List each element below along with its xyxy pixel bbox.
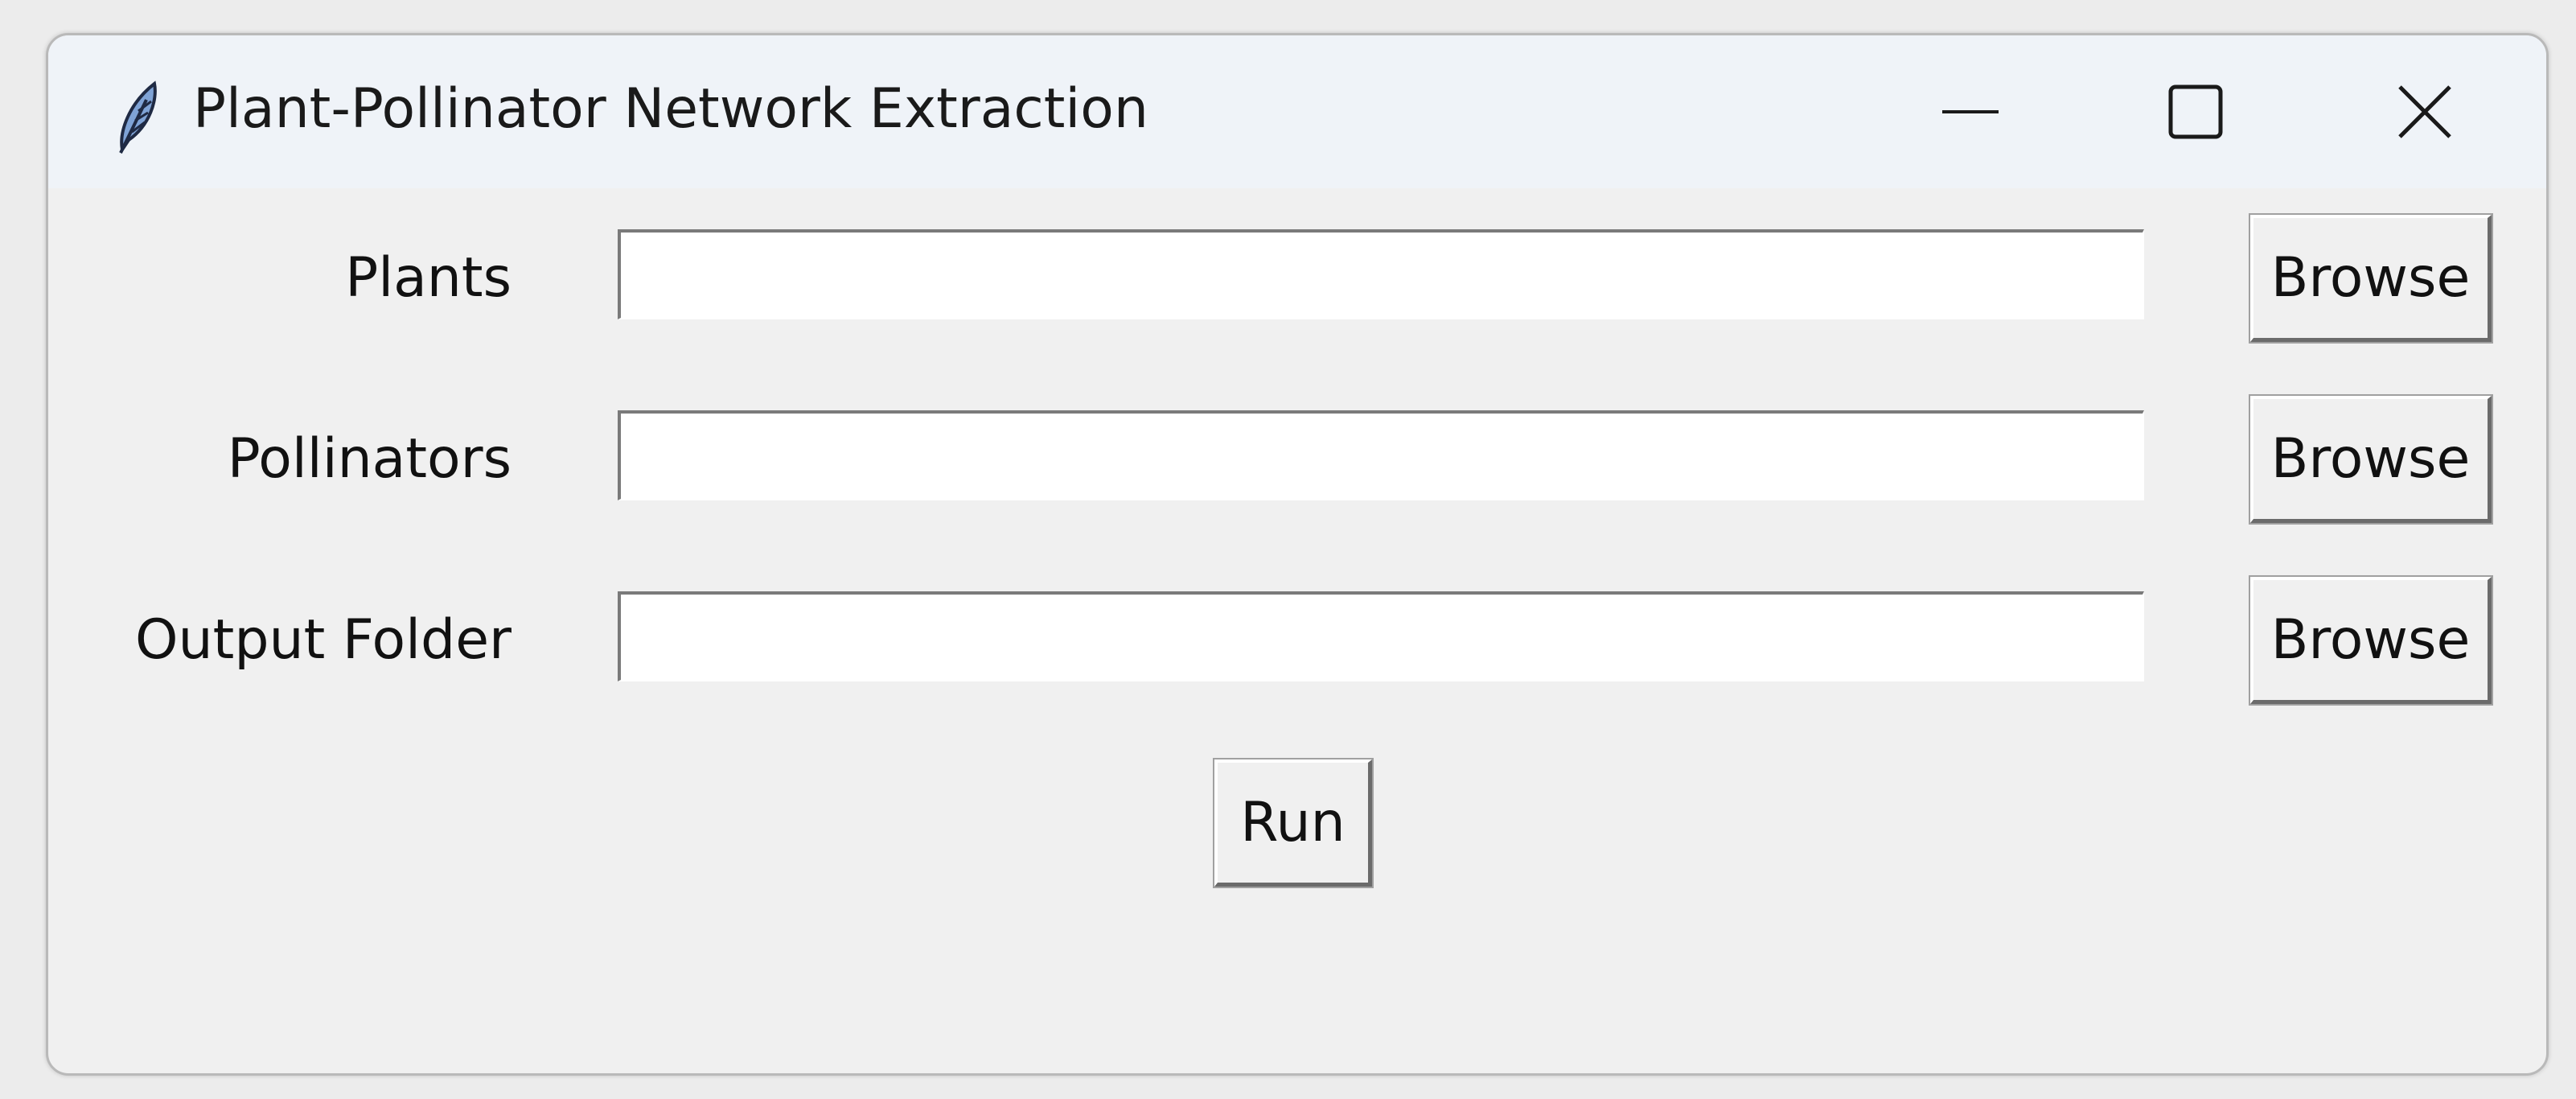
close-button[interactable]: [2316, 35, 2533, 188]
pollinators-browse-button[interactable]: Browse: [2249, 394, 2493, 525]
pollinators-label: Pollinators: [227, 427, 512, 491]
title-bar[interactable]: Plant-Pollinator Network Extraction: [48, 35, 2546, 188]
pollinators-input[interactable]: [618, 410, 2144, 500]
maximize-button[interactable]: [2087, 35, 2304, 188]
minimize-button[interactable]: [1862, 35, 2079, 188]
output-folder-input[interactable]: [618, 591, 2144, 681]
output-folder-browse-button[interactable]: Browse: [2249, 575, 2493, 706]
close-icon: [2397, 84, 2453, 140]
output-folder-label: Output Folder: [135, 608, 512, 672]
app-window: Plant-Pollinator Network Extraction Plan…: [46, 33, 2549, 1076]
plants-browse-button[interactable]: Browse: [2249, 213, 2493, 344]
run-button[interactable]: Run: [1213, 758, 1374, 888]
feather-icon: [105, 76, 169, 156]
minimize-icon: [1942, 108, 1999, 116]
maximize-icon: [2168, 84, 2223, 139]
window-title: Plant-Pollinator Network Extraction: [193, 77, 1149, 141]
plants-input[interactable]: [618, 229, 2144, 319]
plants-label: Plants: [345, 246, 512, 310]
